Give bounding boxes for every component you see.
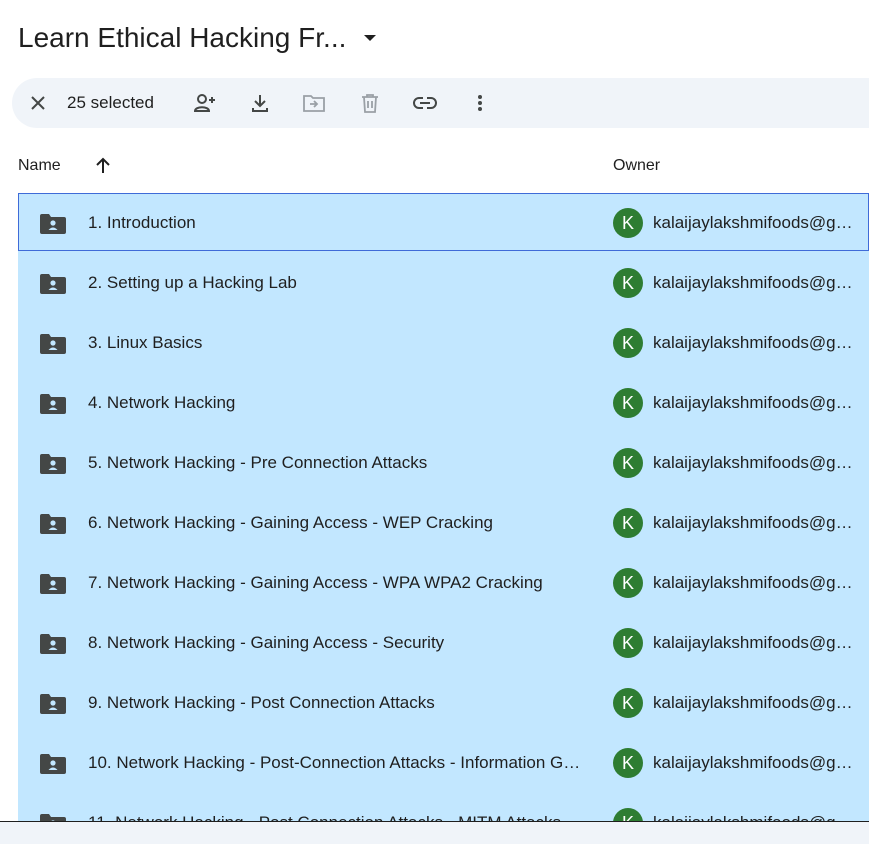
file-name: 7. Network Hacking - Gaining Access - WP… (88, 573, 543, 592)
file-row[interactable]: 11. Network Hacking - Post Connection At… (18, 793, 869, 821)
owner-avatar: K (613, 688, 643, 718)
owner-avatar: K (613, 448, 643, 478)
download-icon (252, 95, 268, 112)
file-row[interactable]: 10. Network Hacking - Post-Connection At… (18, 733, 869, 793)
column-header-owner[interactable]: Owner (613, 150, 660, 182)
download-button[interactable] (244, 87, 276, 119)
file-row[interactable]: 7. Network Hacking - Gaining Access - WP… (18, 553, 869, 613)
share-button[interactable] (189, 87, 221, 119)
shared-folder-icon (40, 754, 66, 774)
owner-email: kalaijaylakshmifoods@gmail.com (653, 273, 857, 292)
owner-email: kalaijaylakshmifoods@gmail.com (653, 213, 857, 232)
file-name: 8. Network Hacking - Gaining Access - Se… (88, 633, 445, 652)
owner-avatar: K (613, 808, 643, 821)
owner-avatar: K (613, 388, 643, 418)
selected-count: 25 selected (67, 93, 154, 112)
shared-folder-icon (40, 634, 66, 654)
column-header-name[interactable]: Name (18, 150, 61, 182)
owner-email: kalaijaylakshmifoods@gmail.com (653, 333, 857, 352)
link-icon (413, 97, 437, 109)
file-list: 1. Introduction K kalaijaylakshmifoods@g… (18, 193, 869, 821)
move-to-folder-icon (303, 95, 325, 112)
file-name: 1. Introduction (88, 213, 196, 232)
owner-email: kalaijaylakshmifoods@gmail.com (653, 633, 857, 652)
owner-email: kalaijaylakshmifoods@gmail.com (653, 813, 857, 821)
owner-email: kalaijaylakshmifoods@gmail.com (653, 393, 857, 412)
file-name: 2. Setting up a Hacking Lab (88, 273, 297, 292)
owner-email: kalaijaylakshmifoods@gmail.com (653, 753, 857, 772)
owner-email: kalaijaylakshmifoods@gmail.com (653, 513, 857, 532)
clear-selection-button[interactable] (22, 87, 54, 119)
file-row[interactable]: 3. Linux Basics K kalaijaylakshmifoods@g… (18, 313, 869, 373)
owner-avatar: K (613, 568, 643, 598)
shared-folder-icon (40, 694, 66, 714)
dropdown-caret-icon[interactable] (364, 35, 377, 41)
shared-folder-icon (40, 394, 66, 414)
folder-title-bar[interactable]: Learn Ethical Hacking Fr... (18, 16, 377, 60)
shared-folder-icon (40, 274, 66, 294)
file-row[interactable]: 6. Network Hacking - Gaining Access - WE… (18, 493, 869, 553)
file-name: 11. Network Hacking - Post Connection At… (88, 813, 561, 821)
file-name: 10. Network Hacking - Post-Connection At… (88, 753, 588, 772)
file-row[interactable]: 2. Setting up a Hacking Lab K kalaijayla… (18, 253, 869, 313)
more-actions-button[interactable] (464, 87, 496, 119)
file-row[interactable]: 9. Network Hacking - Post Connection Att… (18, 673, 869, 733)
copy-link-button[interactable] (409, 87, 441, 119)
file-row[interactable]: 1. Introduction K kalaijaylakshmifoods@g… (18, 193, 869, 251)
shared-folder-icon (40, 454, 66, 474)
owner-email: kalaijaylakshmifoods@gmail.com (653, 693, 857, 712)
file-name: 6. Network Hacking - Gaining Access - WE… (88, 513, 493, 532)
trash-icon (362, 94, 378, 113)
delete-button[interactable] (354, 87, 386, 119)
shared-folder-icon (40, 334, 66, 354)
more-vert-icon (478, 95, 482, 111)
file-row[interactable]: 4. Network Hacking K kalaijaylakshmifood… (18, 373, 869, 433)
owner-email: kalaijaylakshmifoods@gmail.com (653, 573, 857, 592)
owner-avatar: K (613, 628, 643, 658)
owner-avatar: K (613, 748, 643, 778)
owner-avatar: K (613, 208, 643, 238)
folder-title[interactable]: Learn Ethical Hacking Fr... (18, 22, 346, 54)
file-row[interactable]: 5. Network Hacking - Pre Connection Atta… (18, 433, 869, 493)
owner-email: kalaijaylakshmifoods@gmail.com (653, 453, 857, 472)
shared-folder-icon (40, 574, 66, 594)
file-name: 5. Network Hacking - Pre Connection Atta… (88, 453, 428, 472)
owner-avatar: K (613, 508, 643, 538)
file-name: 3. Linux Basics (88, 333, 203, 352)
person-add-icon (193, 94, 215, 112)
close-icon (31, 96, 45, 110)
move-button[interactable] (298, 87, 330, 119)
file-name: 4. Network Hacking (88, 393, 236, 412)
file-name: 9. Network Hacking - Post Connection Att… (88, 693, 435, 712)
shared-folder-icon (40, 814, 66, 821)
selection-toolbar: 25 selected (12, 78, 869, 128)
window-bottom-bar (0, 821, 869, 844)
shared-folder-icon (40, 214, 66, 234)
shared-folder-icon (40, 514, 66, 534)
owner-avatar: K (613, 328, 643, 358)
owner-avatar: K (613, 268, 643, 298)
file-row[interactable]: 8. Network Hacking - Gaining Access - Se… (18, 613, 869, 673)
sort-ascending-icon[interactable] (94, 157, 112, 175)
